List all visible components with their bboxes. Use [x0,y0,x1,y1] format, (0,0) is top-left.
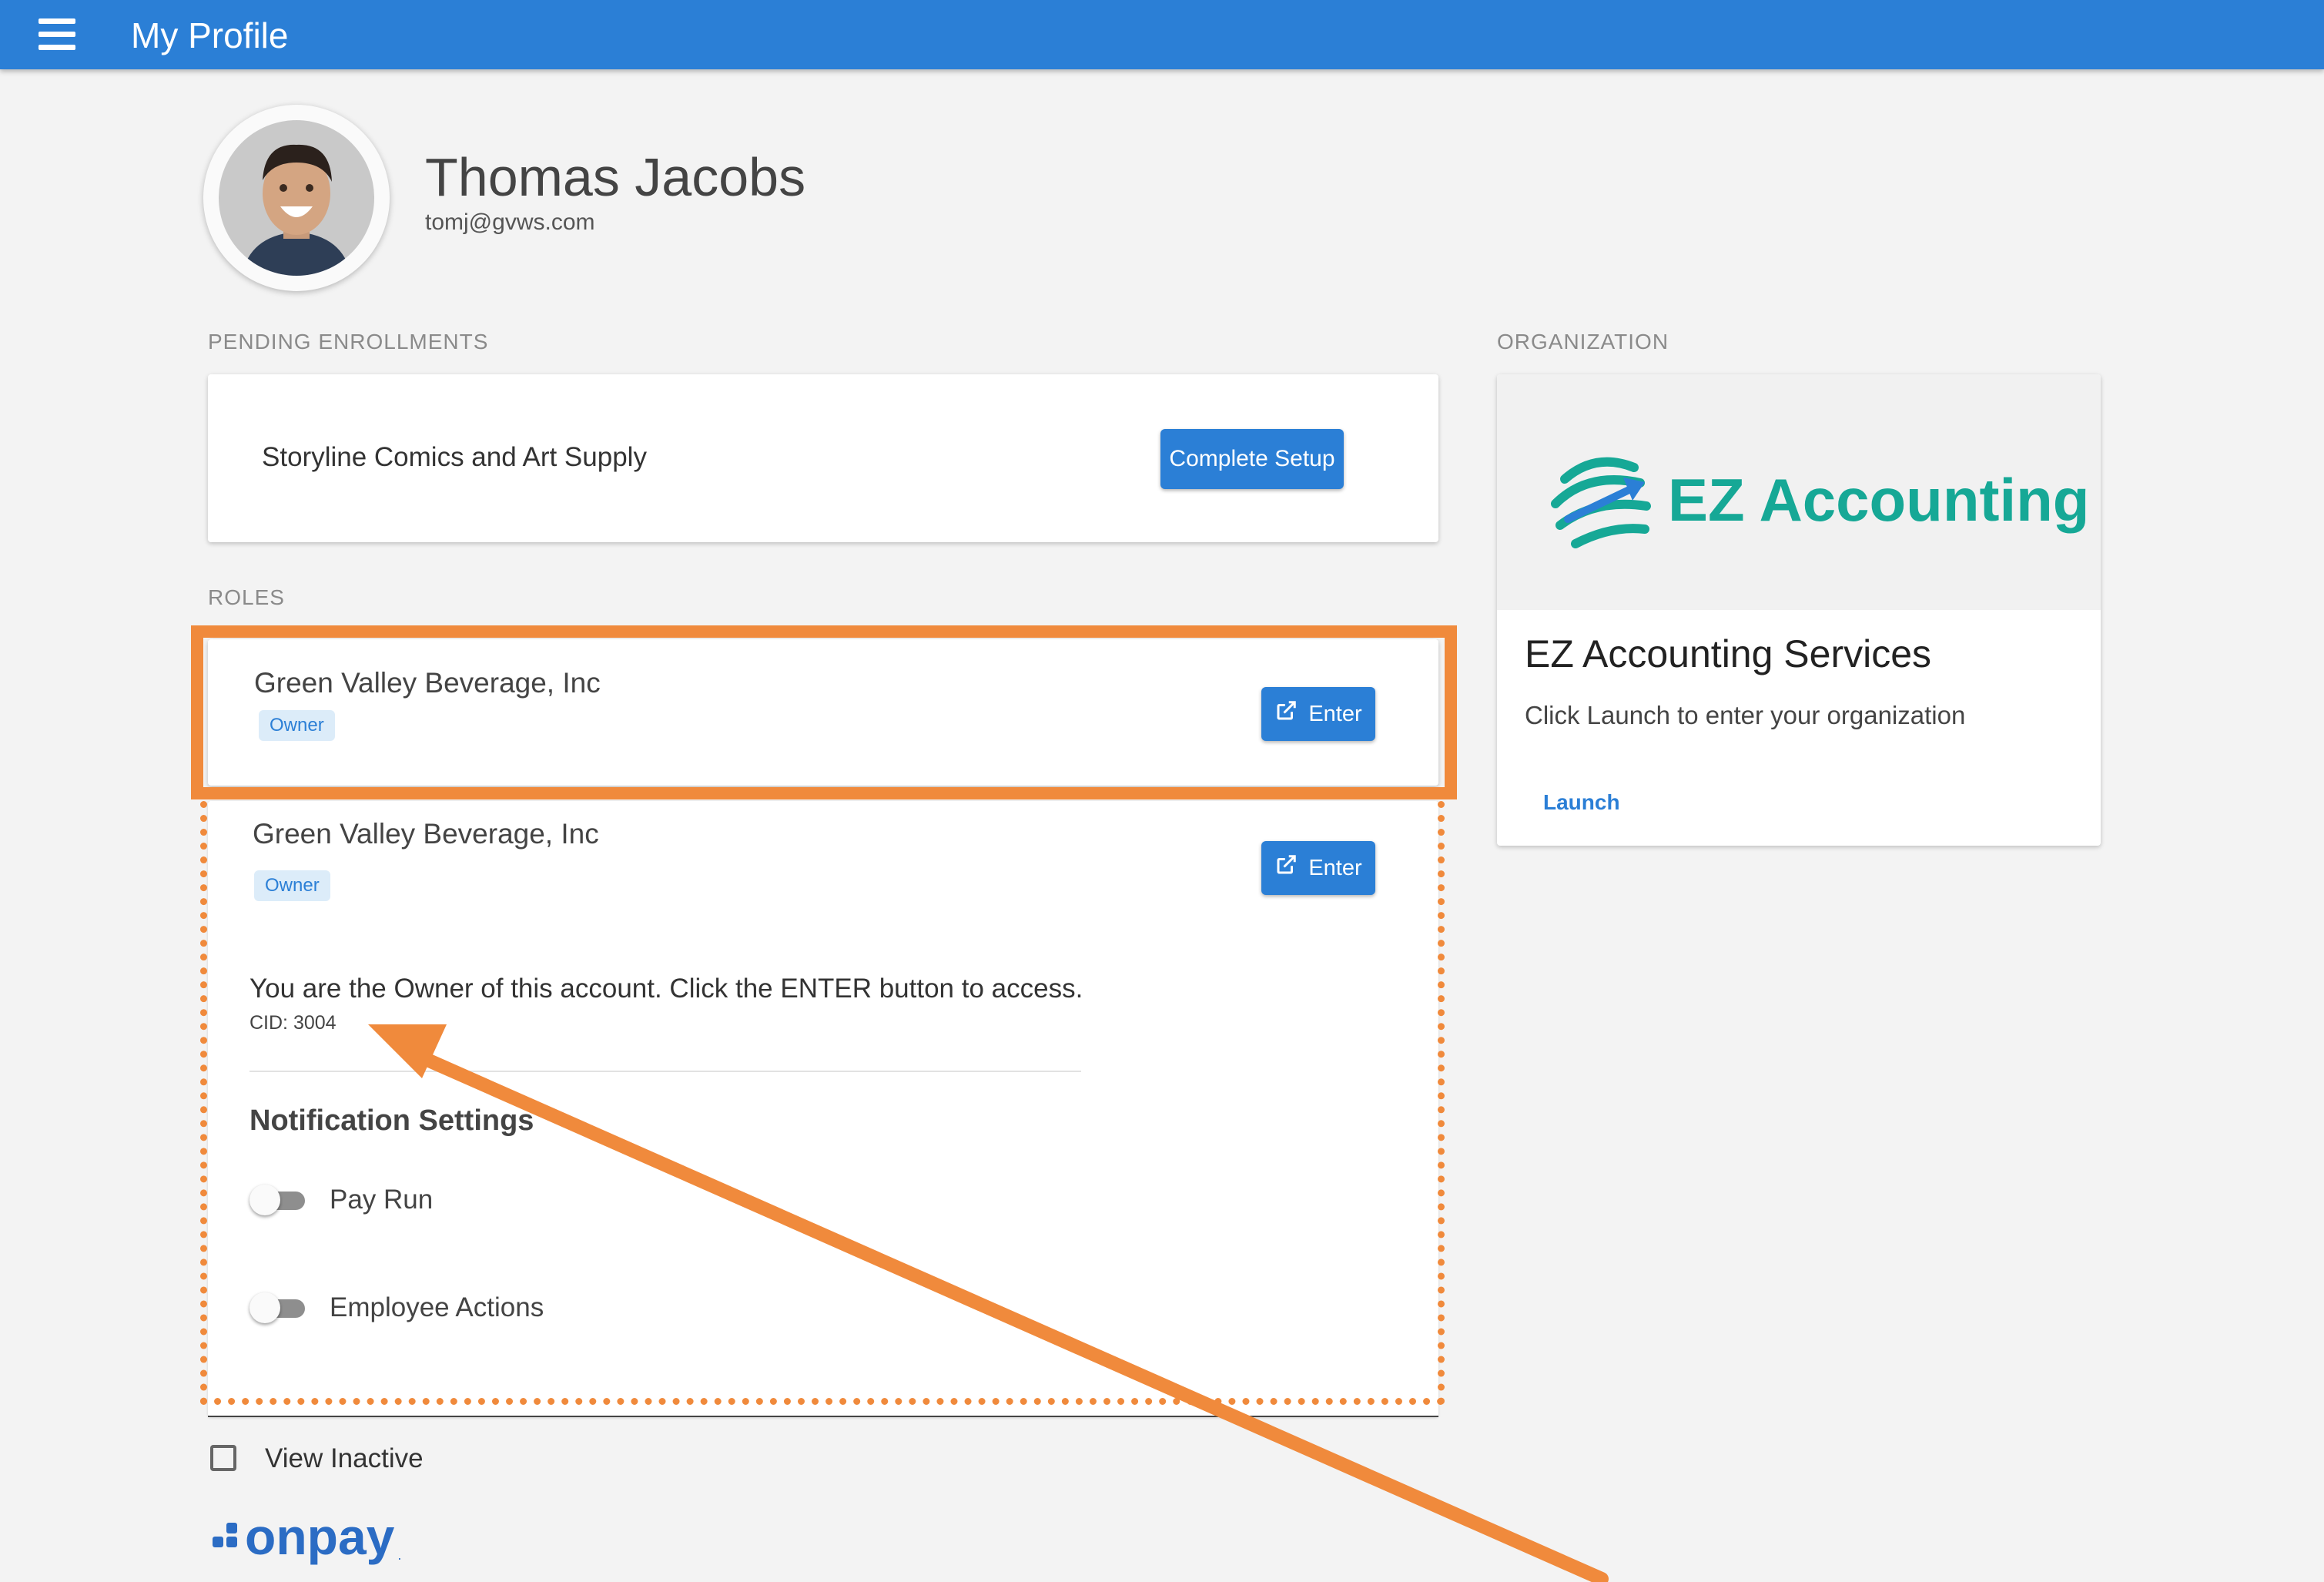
annotation-arrow [368,1024,1609,1582]
